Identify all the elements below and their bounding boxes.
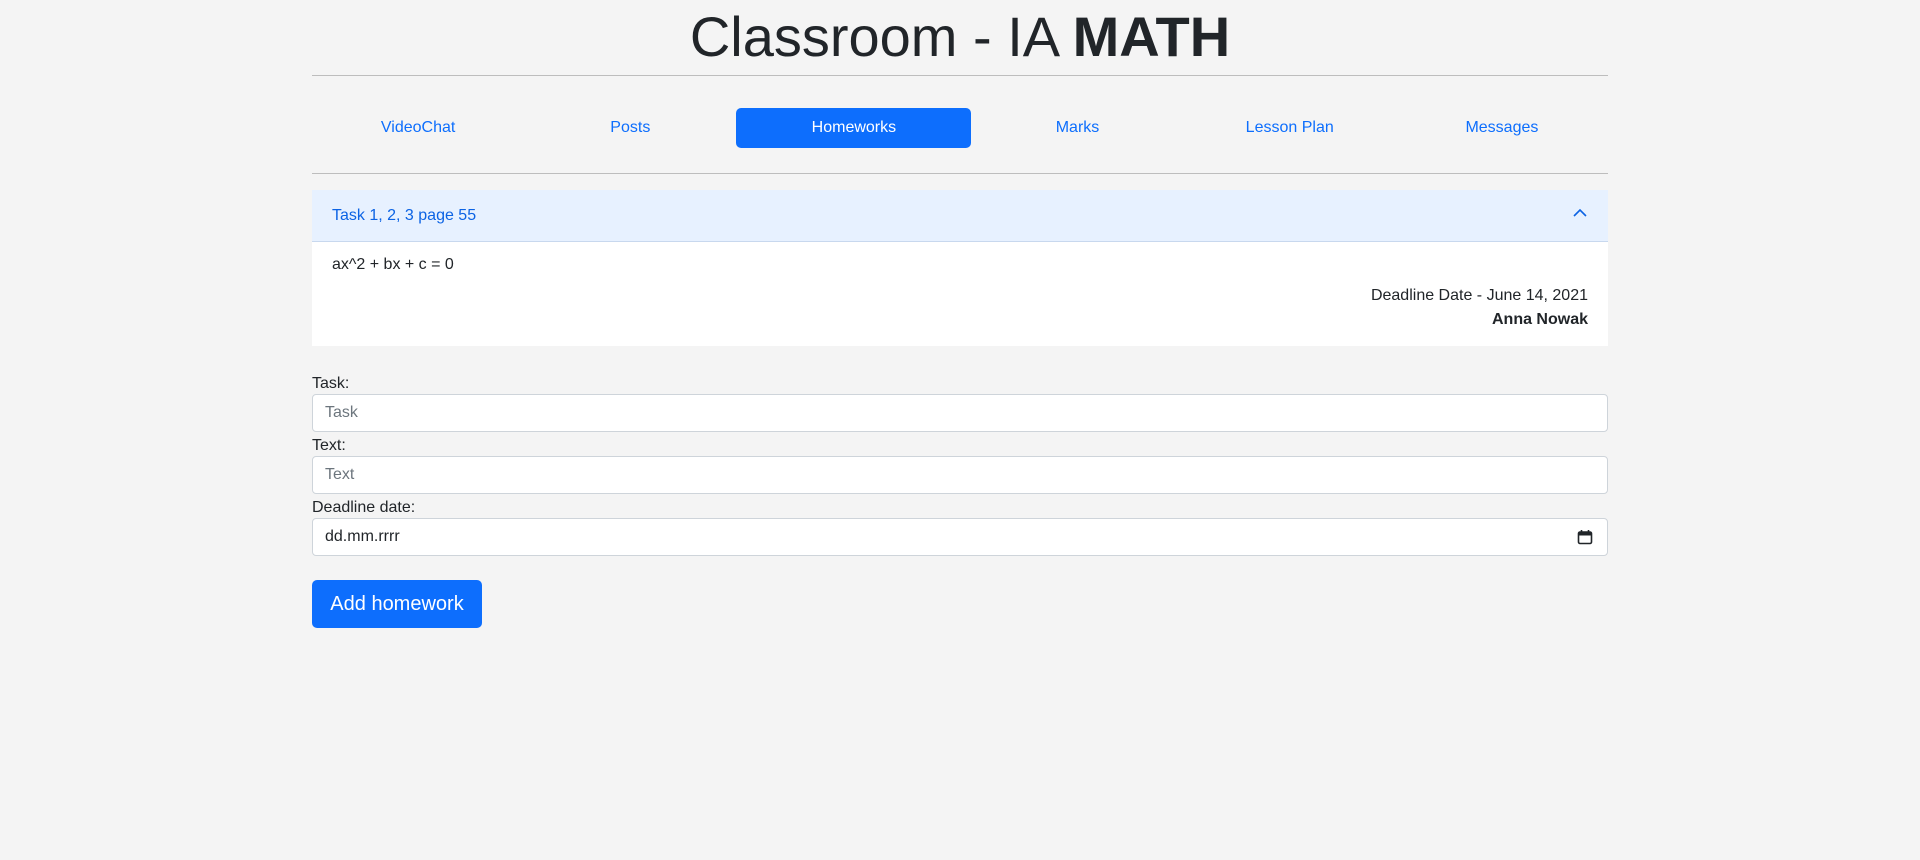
text-field: [312, 456, 1608, 494]
title-light: Classroom - IA: [689, 5, 1073, 68]
homework-meta: Deadline Date - June 14, 2021 Anna Nowak: [1371, 284, 1588, 332]
deadline-label: Deadline date:: [312, 499, 416, 516]
homework-task-title: Task 1, 2, 3 page 55: [332, 206, 477, 224]
tab-nav: VideoChat Posts Homeworks Marks Lesson P…: [312, 76, 1608, 174]
text-input[interactable]: [313, 457, 1607, 493]
tab-marks[interactable]: Marks: [971, 108, 1183, 148]
tab-posts[interactable]: Posts: [524, 108, 736, 148]
homework-accordion: Task 1, 2, 3 page 55 ax^2 + bx + c = 0 D…: [312, 190, 1608, 346]
page-title: Classroom - IA MATH: [312, 0, 1608, 76]
homework-accordion-header[interactable]: Task 1, 2, 3 page 55: [312, 190, 1608, 242]
tab-lesson-plan[interactable]: Lesson Plan: [1184, 108, 1396, 148]
tab-videochat[interactable]: VideoChat: [312, 108, 524, 148]
add-homework-form: Task: Text: Deadline date: Add homework: [312, 374, 1608, 628]
deadline-date-input[interactable]: [313, 519, 1607, 555]
task-input[interactable]: [313, 395, 1607, 431]
tab-messages[interactable]: Messages: [1396, 108, 1608, 148]
calendar-icon[interactable]: [1577, 529, 1593, 545]
title-bold: MATH: [1072, 5, 1231, 68]
chevron-up-icon[interactable]: [1572, 205, 1588, 226]
homework-deadline: Deadline Date - June 14, 2021: [1370, 287, 1588, 304]
homework-author: Anna Nowak: [1491, 311, 1588, 328]
task-label: Task:: [312, 375, 350, 392]
task-field: [312, 394, 1608, 432]
text-label: Text:: [312, 437, 346, 454]
main-container: Classroom - IA MATH VideoChat Posts Home…: [312, 0, 1608, 628]
homework-text: ax^2 + bx + c = 0: [332, 256, 454, 273]
deadline-field: [312, 518, 1608, 556]
homework-accordion-body: ax^2 + bx + c = 0 Deadline Date - June 1…: [312, 242, 1608, 346]
add-homework-button[interactable]: Add homework: [312, 580, 482, 628]
tab-homeworks[interactable]: Homeworks: [736, 107, 972, 148]
